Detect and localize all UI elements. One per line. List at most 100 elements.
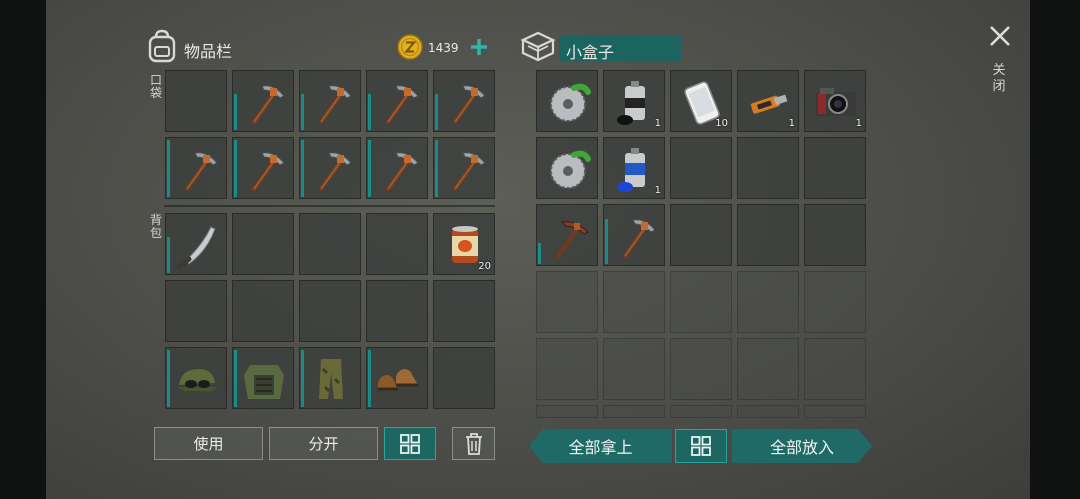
pickaxe-icon <box>318 85 352 125</box>
saw-blade-icon <box>550 150 591 189</box>
slot-pickaxe[interactable] <box>433 70 495 132</box>
trash-icon <box>465 432 482 455</box>
empty-slot[interactable] <box>804 137 866 199</box>
spray-can-blue-icon <box>617 148 645 192</box>
item-count: 1 <box>654 118 661 129</box>
durability-bar <box>167 140 170 197</box>
slot-camera[interactable]: 1 <box>804 70 866 132</box>
saw-blade-icon <box>550 83 591 122</box>
slot-boots[interactable] <box>366 347 428 409</box>
slot-smartphone[interactable]: 10 <box>670 70 732 132</box>
empty-slot[interactable] <box>433 280 495 342</box>
slot-canned-food[interactable]: 20 <box>433 213 495 275</box>
empty-slot[interactable] <box>737 137 799 199</box>
empty-slot[interactable] <box>165 280 227 342</box>
pickaxe-icon <box>184 152 218 192</box>
empty-slot[interactable] <box>232 213 294 275</box>
durability-bar <box>234 350 237 407</box>
empty-slot[interactable] <box>299 280 361 342</box>
durability-bar <box>368 94 371 130</box>
slot-pickaxe[interactable] <box>433 137 495 199</box>
left-bezel <box>0 0 46 499</box>
pickaxe-icon <box>452 85 486 125</box>
durability-bar <box>368 350 371 407</box>
locked-slot <box>603 338 665 400</box>
slot-pickaxe[interactable] <box>366 70 428 132</box>
camo-vest-icon <box>244 365 284 399</box>
durability-bar <box>435 140 438 197</box>
durability-bar <box>368 140 371 197</box>
slot-cap-goggles[interactable] <box>165 347 227 409</box>
pickaxe-icon <box>622 219 656 259</box>
grid-icon <box>691 436 711 456</box>
slot-spray-can-black[interactable]: 1 <box>603 70 665 132</box>
close-label[interactable]: 关闭 <box>992 63 1006 95</box>
inventory-screen: 物品栏 1439 口袋 背包 20 使用 分开 小盒子 1 10 1 1 1 全… <box>46 0 1030 499</box>
locked-slot <box>804 405 866 418</box>
pickaxe-red-icon <box>555 221 589 259</box>
split-button[interactable]: 分开 <box>269 427 378 460</box>
empty-slot[interactable] <box>299 213 361 275</box>
sort-grid-button[interactable] <box>384 427 436 460</box>
slot-pickaxe-red[interactable] <box>536 204 598 266</box>
slot-pickaxe[interactable] <box>232 70 294 132</box>
locked-slot <box>737 405 799 418</box>
locked-slot <box>804 271 866 333</box>
locked-slot <box>737 338 799 400</box>
item-count: 1 <box>654 185 661 196</box>
slot-usb-drive[interactable]: 1 <box>737 70 799 132</box>
boots-icon <box>378 369 418 391</box>
durability-bar <box>301 140 304 197</box>
slot-spray-can-blue[interactable]: 1 <box>603 137 665 199</box>
slot-camo-pants[interactable] <box>299 347 361 409</box>
close-icon[interactable] <box>989 25 1011 47</box>
sort-box-button[interactable] <box>675 429 727 463</box>
pickaxe-icon <box>452 152 486 192</box>
locked-slot <box>536 338 598 400</box>
durability-bar <box>435 94 438 130</box>
slot-pickaxe[interactable] <box>603 204 665 266</box>
right-bezel <box>1030 0 1080 499</box>
durability-bar <box>167 237 170 273</box>
durability-bar <box>605 219 608 264</box>
backpack-label: 背包 <box>149 213 162 240</box>
slot-saw-blade[interactable] <box>536 137 598 199</box>
empty-slot[interactable] <box>804 204 866 266</box>
locked-slot <box>670 338 732 400</box>
slot-pickaxe[interactable] <box>299 70 361 132</box>
item-count: 10 <box>715 118 728 129</box>
take-all-button[interactable]: 全部拿上 <box>529 429 672 463</box>
box-icon <box>520 31 556 62</box>
slot-camo-vest[interactable] <box>232 347 294 409</box>
item-count: 20 <box>478 261 491 272</box>
empty-slot[interactable] <box>232 280 294 342</box>
usb-drive-icon <box>750 94 788 114</box>
put-all-button[interactable]: 全部放入 <box>732 429 872 463</box>
slot-pickaxe[interactable] <box>232 137 294 199</box>
slot-pickaxe[interactable] <box>165 137 227 199</box>
durability-bar <box>234 94 237 130</box>
camera-icon <box>816 88 856 116</box>
durability-bar <box>167 350 170 407</box>
camo-pants-icon <box>319 359 343 399</box>
empty-slot[interactable] <box>433 347 495 409</box>
add-coins-button[interactable] <box>470 38 488 56</box>
slot-saw-blade[interactable] <box>536 70 598 132</box>
section-divider <box>164 205 495 207</box>
empty-slot[interactable] <box>366 213 428 275</box>
empty-slot[interactable] <box>165 70 227 132</box>
use-button[interactable]: 使用 <box>154 427 263 460</box>
trash-button[interactable] <box>452 427 495 460</box>
empty-slot[interactable] <box>366 280 428 342</box>
pickaxe-icon <box>251 85 285 125</box>
empty-slot[interactable] <box>670 137 732 199</box>
machete-icon <box>176 226 216 269</box>
pickaxe-icon <box>251 152 285 192</box>
spray-can-black-icon <box>617 81 645 125</box>
empty-slot[interactable] <box>670 204 732 266</box>
slot-machete[interactable] <box>165 213 227 275</box>
locked-slot <box>603 405 665 418</box>
empty-slot[interactable] <box>737 204 799 266</box>
slot-pickaxe[interactable] <box>299 137 361 199</box>
slot-pickaxe[interactable] <box>366 137 428 199</box>
